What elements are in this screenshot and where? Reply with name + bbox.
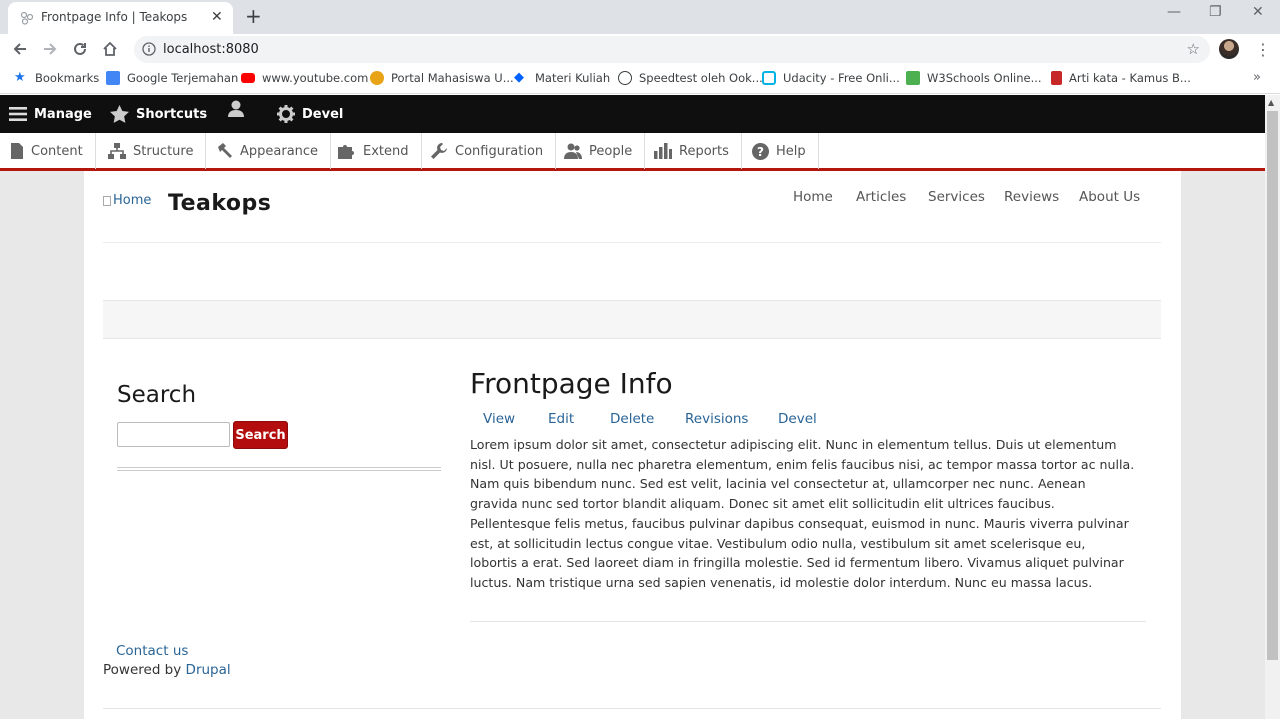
- browser-tabstrip: Frontpage Info | Teakops ✕ + — ❐ ✕: [0, 0, 1280, 34]
- appearance-icon: [218, 143, 232, 158]
- scrollbar-thumb[interactable]: [1267, 111, 1278, 660]
- speedtest-icon: [618, 71, 632, 85]
- header-divider: [103, 242, 1161, 243]
- kamus-icon: [1051, 71, 1062, 85]
- address-bar[interactable]: localhost:8080 ☆: [134, 36, 1210, 63]
- admin-tray: Content Structure Appearance Extend Conf…: [0, 133, 1265, 171]
- tray-item-structure[interactable]: Structure: [98, 133, 207, 169]
- star-icon: ★: [14, 70, 26, 85]
- help-icon: ?: [752, 142, 769, 160]
- bookmark-item[interactable]: Google Terjemahan: [106, 71, 238, 85]
- main-menu-home[interactable]: Home: [793, 189, 833, 205]
- tray-item-people[interactable]: People: [554, 133, 646, 169]
- star-icon: [110, 105, 129, 123]
- footer-divider: [103, 708, 1161, 709]
- bookmark-item[interactable]: ★ Bookmarks: [14, 70, 99, 86]
- powered-by: Powered by Drupal: [103, 662, 231, 678]
- forward-icon[interactable]: [39, 38, 61, 60]
- devel-menu[interactable]: Devel: [277, 95, 343, 133]
- page-scrollbar[interactable]: ▲: [1265, 95, 1280, 719]
- contact-link[interactable]: Contact us: [116, 643, 188, 659]
- browser-tab[interactable]: Frontpage Info | Teakops ✕: [8, 2, 233, 34]
- manage-menu[interactable]: Manage: [9, 95, 92, 133]
- site-info-icon[interactable]: [142, 42, 156, 56]
- tab-title: Frontpage Info | Teakops: [41, 10, 188, 24]
- tray-item-reports[interactable]: Reports: [644, 133, 742, 169]
- youtube-icon: [241, 73, 255, 83]
- browser-menu-icon[interactable]: ⋮: [1255, 40, 1271, 59]
- url-text: localhost:8080: [163, 42, 259, 57]
- shortcuts-menu[interactable]: Shortcuts: [110, 95, 207, 133]
- main-menu-reviews[interactable]: Reviews: [1004, 189, 1059, 205]
- browser-toolbar: localhost:8080 ☆: [0, 34, 1280, 64]
- google-translate-icon: [106, 71, 120, 85]
- tab-revisions[interactable]: Revisions: [685, 411, 748, 427]
- reports-icon: [654, 143, 672, 159]
- page-title: Frontpage Info: [470, 367, 673, 400]
- tab-edit[interactable]: Edit: [548, 411, 574, 427]
- bookmarks-bar: ★ Bookmarks Google Terjemahan www.youtube…: [0, 64, 1280, 94]
- search-input[interactable]: [117, 422, 230, 447]
- site-name[interactable]: Teakops: [168, 191, 271, 216]
- drupal-link[interactable]: Drupal: [186, 662, 231, 678]
- w3schools-icon: [906, 71, 920, 85]
- gear-icon: [277, 105, 295, 123]
- udacity-icon: [762, 71, 776, 85]
- tray-item-content[interactable]: Content: [0, 133, 96, 169]
- extend-icon: [338, 145, 354, 159]
- bookmark-item[interactable]: W3Schools Online...: [906, 71, 1042, 85]
- page-favicon-icon: [20, 11, 34, 25]
- site-logo-link[interactable]: Home: [103, 193, 151, 208]
- bookmark-item[interactable]: Udacity - Free Onli...: [762, 71, 900, 85]
- configuration-icon: [431, 143, 447, 159]
- search-block-title: Search: [117, 382, 197, 408]
- bookmark-star-icon[interactable]: ☆: [1187, 40, 1200, 58]
- bookmark-item[interactable]: Portal Mahasiswa U...: [370, 71, 514, 85]
- featured-region: [103, 300, 1161, 339]
- new-tab-button[interactable]: +: [245, 4, 262, 28]
- tab-view[interactable]: View: [483, 411, 515, 427]
- profile-avatar[interactable]: [1219, 39, 1239, 59]
- structure-icon: [108, 143, 126, 159]
- tab-devel[interactable]: Devel: [778, 411, 817, 427]
- svg-text:?: ?: [757, 145, 764, 159]
- tray-item-configuration[interactable]: Configuration: [421, 133, 557, 169]
- people-icon: [564, 143, 582, 159]
- minimize-icon[interactable]: —: [1167, 4, 1181, 20]
- sidebar-divider: [117, 467, 441, 471]
- admin-toolbar: Manage Shortcuts Devel: [0, 95, 1265, 133]
- bookmark-item[interactable]: Speedtest oleh Ook...: [618, 71, 763, 85]
- home-icon[interactable]: [99, 38, 121, 60]
- tab-close-icon[interactable]: ✕: [211, 9, 223, 25]
- back-icon[interactable]: [9, 38, 31, 60]
- main-menu-about-us[interactable]: About Us: [1079, 189, 1140, 205]
- hamburger-icon: [9, 107, 27, 121]
- content-divider: [470, 621, 1146, 622]
- tray-item-extend[interactable]: Extend: [328, 133, 422, 169]
- tray-item-appearance[interactable]: Appearance: [206, 133, 332, 169]
- window-close-icon[interactable]: ✕: [1252, 4, 1264, 20]
- node-body: Lorem ipsum dolor sit amet, consectetur …: [470, 437, 1135, 590]
- user-icon: [228, 100, 244, 117]
- restore-icon[interactable]: ❐: [1209, 4, 1222, 20]
- main-menu-articles[interactable]: Articles: [856, 189, 906, 205]
- main-menu-services[interactable]: Services: [928, 189, 985, 205]
- tray-item-help[interactable]: ? Help: [742, 133, 819, 169]
- user-menu[interactable]: [227, 95, 245, 133]
- search-button[interactable]: Search: [233, 421, 288, 449]
- tab-delete[interactable]: Delete: [610, 411, 654, 427]
- portal-icon: [370, 71, 384, 85]
- reload-icon[interactable]: [69, 38, 91, 60]
- broken-image-icon: [103, 195, 111, 206]
- more-bookmarks-icon[interactable]: »: [1253, 70, 1261, 85]
- content-icon: [11, 143, 23, 159]
- bookmark-item[interactable]: www.youtube.com: [241, 71, 368, 85]
- scroll-up-icon[interactable]: ▲: [1268, 98, 1274, 107]
- bookmark-item[interactable]: ◆ Materi Kuliah: [514, 70, 610, 86]
- bookmark-item[interactable]: Arti kata - Kamus B...: [1051, 71, 1191, 85]
- dropbox-icon: ◆: [514, 70, 524, 85]
